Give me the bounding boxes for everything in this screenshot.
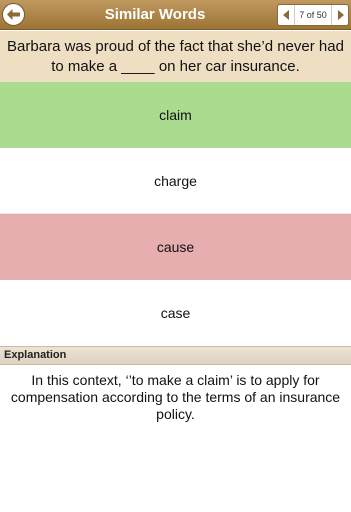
answer-option-label: cause bbox=[156, 239, 195, 255]
question-text: Barbara was proud of the fact that she’d… bbox=[0, 31, 351, 82]
app-header: Similar Words 7 of 50 bbox=[0, 0, 351, 30]
answer-option-case[interactable]: case bbox=[0, 280, 351, 346]
explanation-heading: Explanation bbox=[0, 346, 351, 365]
page-title: Similar Words bbox=[104, 6, 206, 23]
answer-option-label: claim bbox=[159, 107, 192, 123]
explanation-text: In this context, ‘’to make a claim’ is t… bbox=[10, 372, 341, 422]
back-arrow-icon bbox=[7, 9, 20, 20]
answer-option-cause[interactable]: cause bbox=[0, 214, 351, 280]
next-arrow-icon bbox=[337, 10, 344, 20]
question-pager: 7 of 50 bbox=[277, 4, 349, 26]
answer-option-label: case bbox=[160, 305, 191, 321]
previous-button[interactable] bbox=[278, 5, 294, 25]
answer-option-claim[interactable]: claim bbox=[0, 82, 351, 148]
question-counter: 7 of 50 bbox=[294, 5, 332, 25]
next-button[interactable] bbox=[332, 5, 348, 25]
previous-arrow-icon bbox=[282, 10, 289, 20]
answer-option-label: charge bbox=[154, 173, 197, 189]
back-button[interactable] bbox=[2, 3, 25, 26]
answer-option-charge[interactable]: charge bbox=[0, 148, 351, 214]
